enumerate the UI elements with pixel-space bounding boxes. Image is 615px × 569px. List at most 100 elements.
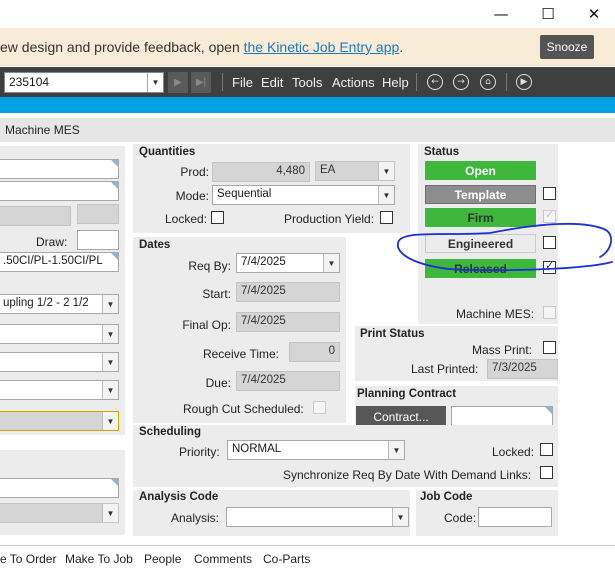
template-button[interactable]: Template bbox=[425, 185, 536, 204]
machine-mes-checkbox[interactable] bbox=[543, 306, 556, 319]
contract-button[interactable]: Contract... bbox=[356, 406, 446, 427]
forward-icon[interactable]: → bbox=[453, 74, 469, 90]
chevron-down-icon[interactable]: ▼ bbox=[388, 441, 404, 459]
dates-title: Dates bbox=[139, 239, 171, 251]
select-field-2[interactable]: ▼ bbox=[0, 352, 119, 372]
analysis-select[interactable]: ▼ bbox=[226, 507, 409, 527]
select-field-highlighted[interactable]: ▼ bbox=[0, 411, 119, 431]
rough-cut-checkbox[interactable] bbox=[313, 401, 326, 414]
chevron-down-icon[interactable]: ▼ bbox=[392, 508, 408, 526]
tab-make-to-job[interactable]: Make To Job bbox=[65, 552, 133, 566]
feedback-banner: ew design and provide feedback, open the… bbox=[0, 28, 615, 66]
job-code-title: Job Code bbox=[420, 491, 473, 503]
menu-help[interactable]: Help bbox=[382, 75, 409, 90]
select-field-3[interactable]: ▼ bbox=[0, 380, 119, 400]
part-number-field[interactable] bbox=[0, 159, 119, 179]
req-by-date-field[interactable]: 7/4/2025 ▼ bbox=[236, 253, 340, 273]
play-icon[interactable]: ▶ bbox=[516, 74, 532, 90]
tab-comments[interactable]: Comments bbox=[194, 552, 252, 566]
draw-field[interactable] bbox=[77, 230, 119, 250]
start-date-field: 7/4/2025 bbox=[236, 282, 340, 302]
code-field[interactable] bbox=[478, 507, 552, 527]
receive-time-field: 0 bbox=[289, 342, 340, 362]
main-toolbar: 235104 ▼ ▶ ▶| File Edit Tools Actions Hel… bbox=[0, 67, 615, 97]
job-code-panel: Job Code Code: bbox=[416, 490, 558, 536]
part-description-field[interactable]: .50CI/PL-1.50CI/PL bbox=[0, 252, 119, 272]
uom-select[interactable]: EA ▼ bbox=[315, 161, 395, 181]
bottom-tab-bar: e To Order Make To Job People Comments C… bbox=[0, 545, 615, 569]
minimize-button[interactable]: — bbox=[478, 0, 524, 28]
production-yield-checkbox[interactable] bbox=[380, 211, 393, 224]
maximize-button[interactable]: ☐ bbox=[525, 0, 571, 28]
lower-text-field[interactable] bbox=[0, 478, 119, 498]
chevron-down-icon[interactable]: ▼ bbox=[102, 504, 118, 522]
chevron-down-icon[interactable]: ▼ bbox=[102, 353, 118, 371]
start-label: Start: bbox=[202, 287, 231, 301]
section-tab-header: Machine MES bbox=[0, 118, 615, 142]
due-date-field: 7/4/2025 bbox=[236, 371, 340, 391]
job-number-input[interactable]: 235104 ▼ bbox=[4, 72, 164, 93]
dates-panel: Dates Req By: 7/4/2025 ▼ Start: 7/4/2025 … bbox=[133, 237, 346, 423]
code-label: Code: bbox=[444, 511, 477, 525]
final-op-label: Final Op: bbox=[182, 318, 231, 332]
engineered-checkbox[interactable] bbox=[543, 236, 556, 249]
select-field-1[interactable]: ▼ bbox=[0, 324, 119, 344]
chevron-down-icon[interactable]: ▼ bbox=[102, 295, 118, 313]
snooze-button[interactable]: Snooze bbox=[540, 35, 594, 59]
chevron-down-icon[interactable]: ▼ bbox=[378, 186, 394, 204]
mode-select[interactable]: Sequential ▼ bbox=[212, 185, 395, 205]
menu-file[interactable]: File bbox=[232, 75, 253, 90]
sync-req-by-checkbox[interactable] bbox=[540, 466, 553, 479]
last-record-icon[interactable]: ▶| bbox=[191, 72, 211, 93]
revision-field[interactable] bbox=[0, 181, 119, 201]
analysis-code-title: Analysis Code bbox=[139, 491, 219, 503]
chevron-down-icon[interactable]: ▼ bbox=[147, 73, 163, 92]
locked-label: Locked: bbox=[165, 212, 208, 226]
chevron-down-icon[interactable]: ▼ bbox=[102, 325, 118, 343]
coupling-select[interactable]: upling 1/2 - 2 1/2 ▼ bbox=[0, 294, 119, 314]
firm-button[interactable]: Firm bbox=[425, 208, 536, 227]
menu-actions[interactable]: Actions bbox=[332, 75, 375, 90]
banner-message: ew design and provide feedback, open the… bbox=[0, 39, 404, 55]
mass-print-checkbox[interactable] bbox=[543, 341, 556, 354]
last-printed-label: Last Printed: bbox=[411, 362, 479, 376]
next-record-icon[interactable]: ▶ bbox=[168, 72, 188, 93]
chevron-down-icon[interactable]: ▼ bbox=[102, 412, 118, 430]
template-checkbox[interactable] bbox=[543, 187, 556, 200]
left-lower-panel: ▼ bbox=[0, 450, 125, 535]
tab-people[interactable]: People bbox=[144, 552, 181, 566]
status-panel: Status Open Template Firm ✓ Engineered R… bbox=[418, 144, 558, 324]
tab-co-parts[interactable]: Co-Parts bbox=[263, 552, 310, 566]
tab-make-to-order[interactable]: e To Order bbox=[0, 552, 56, 566]
lower-select-field[interactable]: ▼ bbox=[0, 503, 119, 523]
calendar-dropdown-icon[interactable]: ▼ bbox=[323, 254, 339, 272]
priority-select[interactable]: NORMAL ▼ bbox=[227, 440, 405, 460]
production-yield-label: Production Yield: bbox=[284, 212, 375, 226]
released-checkbox[interactable]: ✓ bbox=[543, 259, 556, 274]
home-icon[interactable]: ⌂ bbox=[480, 74, 496, 90]
machine-mes-label: Machine MES: bbox=[456, 307, 535, 321]
close-button[interactable]: ✕ bbox=[571, 0, 615, 28]
quantities-title: Quantities bbox=[139, 146, 196, 158]
analysis-label: Analysis: bbox=[171, 511, 220, 525]
scheduling-panel: Scheduling Priority: NORMAL ▼ Locked: Syn… bbox=[133, 425, 558, 487]
engineered-button[interactable]: Engineered bbox=[425, 234, 536, 253]
chevron-down-icon[interactable]: ▼ bbox=[378, 162, 394, 180]
accent-strip bbox=[0, 97, 615, 113]
scheduling-locked-checkbox[interactable] bbox=[540, 443, 553, 456]
contract-field[interactable] bbox=[451, 406, 553, 426]
released-button[interactable]: Released bbox=[425, 259, 536, 278]
firm-checkbox[interactable]: ✓ bbox=[543, 208, 556, 223]
planning-contract-panel: Planning Contract Contract... bbox=[355, 386, 558, 430]
kinetic-app-link[interactable]: the Kinetic Job Entry app bbox=[244, 39, 400, 55]
locked-checkbox[interactable] bbox=[211, 211, 224, 224]
menu-edit[interactable]: Edit bbox=[261, 75, 283, 90]
scheduling-title: Scheduling bbox=[139, 426, 201, 438]
toolbar-divider bbox=[506, 73, 507, 91]
planning-contract-title: Planning Contract bbox=[357, 388, 457, 400]
back-icon[interactable]: ← bbox=[427, 74, 443, 90]
menu-tools[interactable]: Tools bbox=[292, 75, 322, 90]
chevron-down-icon[interactable]: ▼ bbox=[102, 381, 118, 399]
last-printed-field: 7/3/2025 bbox=[487, 359, 558, 379]
mode-label: Mode: bbox=[175, 189, 209, 203]
